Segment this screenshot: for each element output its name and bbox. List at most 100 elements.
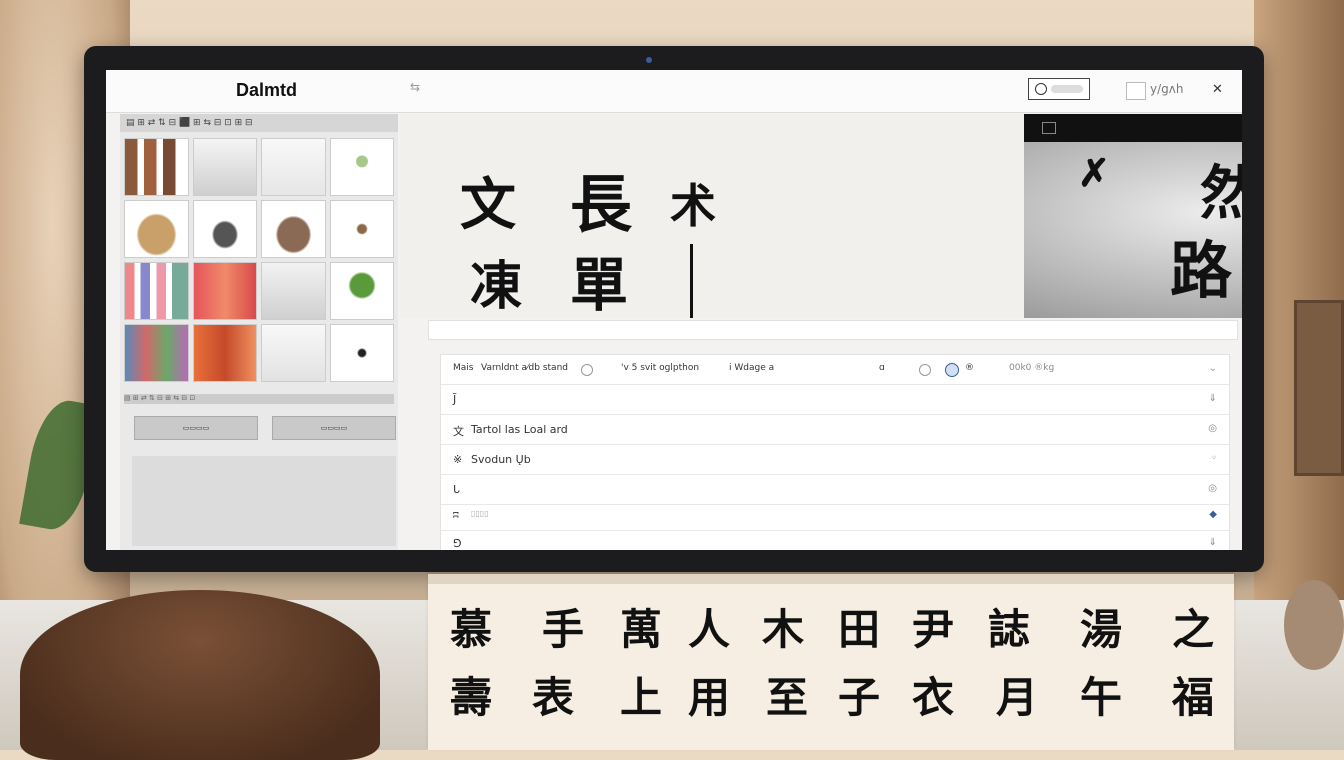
calligraphy-char: ✗ — [1078, 150, 1110, 195]
thumbnail[interactable] — [261, 138, 326, 196]
ink-stroke — [690, 244, 693, 318]
thumbnail[interactable] — [261, 262, 326, 320]
paper-char: 人 — [688, 605, 731, 654]
preview-icon[interactable] — [1042, 122, 1056, 134]
paper-char: 用 — [688, 673, 731, 722]
thumbnail[interactable] — [192, 324, 257, 382]
preview-header — [1024, 114, 1242, 142]
paper-char: 木 — [762, 605, 805, 654]
search-icon — [1035, 83, 1047, 95]
paper-char: 福 — [1172, 673, 1215, 722]
thumbnail[interactable] — [124, 200, 189, 258]
col-name[interactable]: Mais — [453, 363, 473, 373]
paper-char: 田 — [838, 605, 881, 654]
list-item[interactable]: 文 Tartol las Loal ard ◎ — [441, 415, 1229, 445]
swap-icon[interactable]: ⇆ — [410, 80, 420, 94]
paper-char: 至 — [766, 673, 809, 722]
thumbnail[interactable] — [261, 324, 326, 382]
webcam-dot — [646, 57, 652, 63]
calligraphy-char: 然 — [1200, 159, 1242, 227]
close-icon[interactable]: ✕ — [1212, 82, 1223, 97]
paper-char: 之 — [1172, 605, 1215, 654]
paper-char: 午 — [1080, 673, 1123, 722]
row-action-icon[interactable]: ◦ — [1211, 453, 1217, 464]
col-options[interactable]: 'v 5 svit oglpthon — [621, 363, 699, 373]
col-wdage[interactable]: i Wdage a — [729, 363, 774, 373]
paper-top-bar — [428, 574, 1234, 584]
thumbnail[interactable] — [124, 324, 189, 382]
row-label: Svodun Ųb — [471, 453, 531, 466]
list-item[interactable]: ⅁ ⇓ — [441, 529, 1229, 550]
paper-char: 月 — [996, 673, 1039, 722]
library-button-left[interactable]: ▭▭▭▭ — [134, 416, 258, 440]
row-label: ▯▯▯▯ — [471, 509, 489, 518]
thumbnail[interactable] — [124, 262, 189, 320]
calligraphy-char: 長 — [570, 168, 633, 241]
thumbnail[interactable] — [329, 324, 394, 382]
radio-icon[interactable] — [919, 364, 931, 376]
background-vase — [20, 590, 380, 760]
app-window: Dalmtd ⇆ y/gʌh ✕ ▤ ⊞ ⇄ ⇅ ⊟ ⬛ ⊞ ⇆ ⊟ ⊡ ⊞ ⊟ — [106, 70, 1242, 550]
paper-char: 上 — [620, 673, 663, 722]
row-icon: ※ — [453, 453, 463, 466]
row-label: Tartol las Loal ard — [471, 423, 568, 436]
paper-char: 萬 — [620, 605, 663, 654]
row-icon: ⅁ — [453, 537, 462, 550]
paper-char: 湯 — [1080, 605, 1123, 654]
search-box[interactable] — [1028, 78, 1090, 100]
col-variant[interactable]: Varnldnt a⁄db stand — [481, 363, 568, 373]
list-item[interactable]: J̃ ⇓ — [441, 385, 1229, 415]
thumbnail[interactable] — [192, 138, 257, 196]
row-action-icon[interactable]: ◎ — [1208, 423, 1217, 434]
library-status-row: ▤ ⊞ ⇄ ⇅ ⊟ ⊞ ⇆ ⊟ ⊡ — [124, 394, 394, 404]
calligraphy-char: 术 — [670, 179, 716, 233]
image-library-panel: ▤ ⊞ ⇄ ⇅ ⊟ ⬛ ⊞ ⇆ ⊟ ⊡ ⊞ ⊟ ▤ ⊞ ⇄ ⇅ ⊟ ⊞ ⇆ ⊟ … — [120, 114, 398, 550]
thumbnail[interactable] — [261, 200, 326, 258]
calligraphy-char: 單 — [570, 251, 629, 319]
selected-radio-icon[interactable] — [945, 363, 959, 377]
radio-icon[interactable] — [581, 364, 593, 376]
row-icon: ʭ — [453, 509, 459, 522]
row-icon: J̃ — [453, 393, 457, 406]
paper-char: 尹 — [912, 605, 955, 654]
calligraphy-char: 文 — [460, 172, 516, 238]
paper-char: 衣 — [912, 673, 955, 722]
background-picture-frame — [1294, 300, 1344, 476]
row-action-icon[interactable]: ⇓ — [1209, 537, 1217, 548]
col-flag[interactable]: ɑ — [879, 363, 885, 373]
col-size[interactable]: 00k0 ®kg — [1009, 363, 1054, 373]
calligraphy-char: 路 — [1170, 234, 1233, 307]
divider-strip — [428, 320, 1238, 340]
app-title: Dalmtd — [236, 80, 298, 100]
search-placeholder-bar — [1051, 85, 1083, 93]
user-label[interactable]: y/gʌh — [1150, 82, 1183, 96]
paper-char: 手 — [542, 605, 585, 654]
list-item[interactable]: ※ Svodun Ųb ◦ — [441, 445, 1229, 475]
col-reg[interactable]: ® — [965, 363, 974, 373]
library-button-right[interactable]: ▭▭▭▭ — [272, 416, 396, 440]
thumbnail-grid-top — [120, 134, 398, 262]
row-action-icon[interactable]: ◆ — [1209, 509, 1217, 520]
document-list: Mais Varnldnt a⁄db stand 'v 5 svit oglpt… — [440, 354, 1230, 550]
thumbnail[interactable] — [329, 200, 394, 258]
thumbnail[interactable] — [329, 262, 394, 320]
paper-char: 壽 — [450, 673, 493, 722]
list-item[interactable]: ʭ ▯▯▯▯ ◆ — [441, 501, 1229, 531]
calligraphy-canvas: 文 長 术 凍 單 ✗ 然 路 康 — [400, 114, 1242, 319]
thumbnail[interactable] — [329, 138, 394, 196]
thumbnail[interactable] — [192, 200, 257, 258]
paper-char: 表 — [532, 673, 575, 722]
chevron-icon[interactable]: ⌄ — [1209, 363, 1217, 374]
row-icon: 文 — [453, 425, 464, 438]
thumbnail[interactable] — [124, 138, 189, 196]
row-action-icon[interactable]: ◎ — [1208, 483, 1217, 494]
calligraphy-paper-sheet: 慕 手 萬 人 木 田 尹 誌 湯 之 壽 表 上 用 至 子 衣 月 午 福 — [428, 574, 1234, 750]
thumbnail[interactable] — [192, 262, 257, 320]
calligraphy-char: 凍 — [470, 256, 523, 317]
paper-char: 慕 — [450, 605, 493, 654]
stone-preview-image: ✗ 然 路 康 — [1024, 142, 1242, 318]
library-toolbar[interactable]: ▤ ⊞ ⇄ ⇅ ⊟ ⬛ ⊞ ⇆ ⊟ ⊡ ⊞ ⊟ — [120, 114, 398, 132]
row-action-icon[interactable]: ⇓ — [1209, 393, 1217, 404]
paper-char: 誌 — [988, 605, 1031, 654]
toggle-checkbox[interactable] — [1126, 82, 1146, 100]
